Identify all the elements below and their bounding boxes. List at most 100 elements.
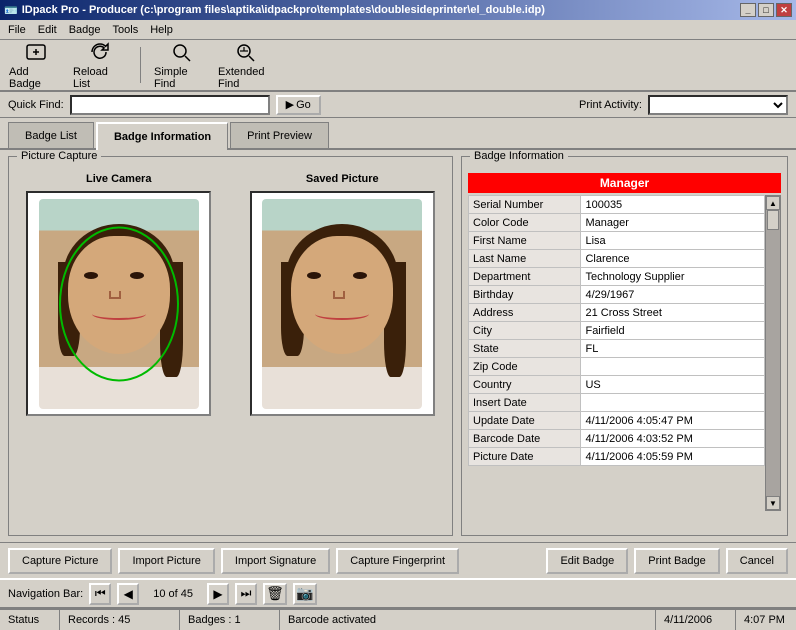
table-row: Zip Code [469, 358, 765, 376]
scroll-up-button[interactable]: ▲ [766, 196, 780, 210]
field-key: State [469, 340, 581, 358]
status-cell-time: 4:07 PM [736, 610, 796, 630]
field-value: Manager [581, 214, 765, 232]
menu-edit[interactable]: Edit [32, 22, 63, 38]
field-value [581, 358, 765, 376]
field-key: Country [469, 376, 581, 394]
table-row: Barcode Date4/11/2006 4:03:52 PM [469, 430, 765, 448]
import-signature-button[interactable]: Import Signature [221, 548, 330, 574]
field-value: 4/11/2006 4:03:52 PM [581, 430, 765, 448]
nav-last-button[interactable]: ⏭ [235, 583, 257, 605]
menu-file[interactable]: File [2, 22, 32, 38]
saved-picture-col: Saved Picture [250, 173, 435, 416]
field-key: Update Date [469, 412, 581, 430]
date-label: 4/11/2006 [664, 614, 712, 626]
field-key: First Name [469, 232, 581, 250]
nav-next-button[interactable]: ▶ [207, 583, 229, 605]
main-content: Picture Capture Live Camera [0, 150, 796, 542]
tab-badge-list[interactable]: Badge List [8, 122, 94, 148]
menu-tools[interactable]: Tools [107, 22, 145, 38]
table-row: Insert Date [469, 394, 765, 412]
capture-picture-button[interactable]: Capture Picture [8, 548, 112, 574]
live-camera-frame [26, 191, 211, 416]
field-key: Zip Code [469, 358, 581, 376]
scroll-bar[interactable]: ▲ ▼ [765, 195, 781, 511]
go-label: Go [296, 99, 311, 111]
nav-delete-button[interactable]: 🗑 [263, 583, 287, 605]
nav-photo-button[interactable]: 📷 [293, 583, 317, 605]
field-value: 4/11/2006 4:05:47 PM [581, 412, 765, 430]
toolbar-separator [140, 47, 141, 83]
simple-find-button[interactable]: Simple Find [153, 43, 209, 87]
records-label: Records : 45 [68, 614, 130, 626]
table-row: Color CodeManager [469, 214, 765, 232]
reload-icon [88, 40, 112, 64]
title-bar: 🪪 IDpack Pro - Producer (c:\program file… [0, 0, 796, 20]
badge-info-group-label: Badge Information [470, 150, 568, 162]
field-value: US [581, 376, 765, 394]
field-key: Address [469, 304, 581, 322]
close-button[interactable]: ✕ [776, 3, 792, 17]
badge-info-header: Manager [468, 173, 781, 193]
simple-find-icon [169, 40, 193, 64]
quick-find-label: Quick Find: [8, 99, 64, 111]
print-activity-select[interactable] [648, 95, 788, 115]
badge-info-content: Manager Serial Number100035Color CodeMan… [468, 173, 781, 511]
status-label: Status [8, 614, 39, 626]
saved-picture-frame [250, 191, 435, 416]
table-row: StateFL [469, 340, 765, 358]
nav-prev-button[interactable]: ◀ [117, 583, 139, 605]
table-row: Update Date4/11/2006 4:05:47 PM [469, 412, 765, 430]
saved-picture-title: Saved Picture [306, 173, 379, 185]
extended-find-button[interactable]: Extended Find [217, 43, 273, 87]
table-row: Birthday4/29/1967 [469, 286, 765, 304]
field-value: 21 Cross Street [581, 304, 765, 322]
field-value: Fairfield [581, 322, 765, 340]
add-badge-button[interactable]: Add Badge [8, 43, 64, 87]
reload-list-button[interactable]: Reload List [72, 43, 128, 87]
print-badge-button[interactable]: Print Badge [634, 548, 719, 574]
scroll-down-button[interactable]: ▼ [766, 496, 780, 510]
tab-badge-information[interactable]: Badge Information [96, 122, 228, 150]
field-value: 4/11/2006 4:05:59 PM [581, 448, 765, 466]
scroll-track [766, 210, 780, 496]
scroll-thumb[interactable] [767, 210, 779, 230]
nav-first-button[interactable]: ⏮ [89, 583, 111, 605]
status-bar: Status Records : 45 Badges : 1 Barcode a… [0, 608, 796, 630]
nav-count: 10 of 45 [145, 588, 201, 600]
field-value: FL [581, 340, 765, 358]
field-key: Insert Date [469, 394, 581, 412]
status-cell-date: 4/11/2006 [656, 610, 736, 630]
capture-fingerprint-button[interactable]: Capture Fingerprint [336, 548, 459, 574]
menu-help[interactable]: Help [144, 22, 179, 38]
go-button[interactable]: ▶ Go [276, 95, 321, 115]
field-key: Serial Number [469, 196, 581, 214]
print-activity-label: Print Activity: [579, 99, 642, 111]
live-camera-title: Live Camera [86, 173, 151, 185]
field-value [581, 394, 765, 412]
nav-bar-label: Navigation Bar: [8, 588, 83, 600]
cancel-button[interactable]: Cancel [726, 548, 788, 574]
import-picture-button[interactable]: Import Picture [118, 548, 214, 574]
quick-find-input[interactable] [70, 95, 270, 115]
field-value: Clarence [581, 250, 765, 268]
live-camera-col: Live Camera [26, 173, 211, 416]
field-key: Picture Date [469, 448, 581, 466]
title-bar-text: IDpack Pro - Producer (c:\program files\… [22, 4, 545, 16]
picture-capture-cols: Live Camera [17, 173, 444, 416]
badge-info-scroll-area: Serial Number100035Color CodeManagerFirs… [468, 195, 781, 511]
field-value: 4/29/1967 [581, 286, 765, 304]
minimize-button[interactable]: _ [740, 3, 756, 17]
table-row: CityFairfield [469, 322, 765, 340]
menu-badge[interactable]: Badge [63, 22, 107, 38]
picture-capture-label: Picture Capture [17, 150, 101, 162]
tab-print-preview[interactable]: Print Preview [230, 122, 329, 148]
edit-badge-button[interactable]: Edit Badge [546, 548, 628, 574]
simple-find-label: Simple Find [154, 66, 208, 90]
maximize-button[interactable]: □ [758, 3, 774, 17]
status-cell-barcode: Barcode activated [280, 610, 656, 630]
field-key: Barcode Date [469, 430, 581, 448]
table-row: First NameLisa [469, 232, 765, 250]
add-badge-label: Add Badge [9, 66, 63, 90]
field-value: Technology Supplier [581, 268, 765, 286]
